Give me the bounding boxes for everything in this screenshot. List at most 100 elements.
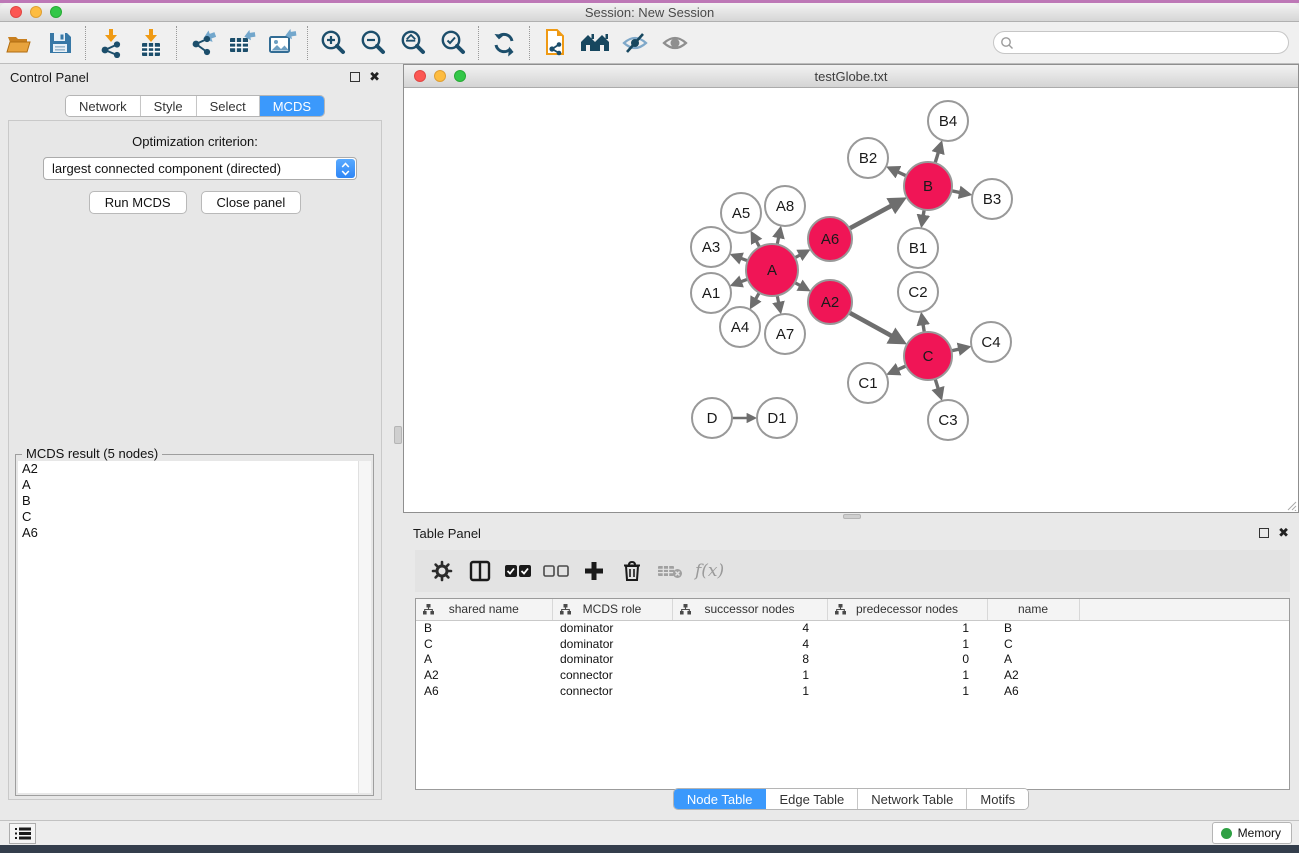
mcds-result-item[interactable]: A2 <box>18 461 371 477</box>
graph-node-B4[interactable]: B4 <box>928 101 968 141</box>
close-panel-icon[interactable]: ✖ <box>369 72 380 82</box>
table-cell[interactable]: B <box>416 620 552 636</box>
table-cell[interactable]: 8 <box>672 652 827 668</box>
gear-icon[interactable] <box>423 554 461 588</box>
mcds-result-list[interactable]: A2ABCA6 <box>18 461 371 793</box>
graph-node-A1[interactable]: A1 <box>691 273 731 313</box>
table-row[interactable]: Cdominator41C <box>416 636 1289 652</box>
mcds-result-item[interactable]: A6 <box>18 525 371 541</box>
table-cell[interactable] <box>1079 636 1289 652</box>
criterion-dropdown[interactable]: largest connected component (directed) <box>43 157 357 180</box>
table-cell[interactable] <box>1079 620 1289 636</box>
table-row[interactable]: A6connector11A6 <box>416 683 1289 699</box>
tab-mcds[interactable]: MCDS <box>260 96 324 116</box>
memory-button[interactable]: Memory <box>1212 822 1292 844</box>
save-session-icon[interactable] <box>40 26 80 60</box>
tab-motifs[interactable]: Motifs <box>967 789 1028 809</box>
split-columns-icon[interactable] <box>461 554 499 588</box>
graph-node-A3[interactable]: A3 <box>691 227 731 267</box>
tab-node-table[interactable]: Node Table <box>674 789 767 809</box>
table-cell[interactable]: dominator <box>552 620 672 636</box>
table-row[interactable]: A2connector11A2 <box>416 667 1289 683</box>
close-panel-button[interactable]: Close panel <box>201 191 302 214</box>
table-cell[interactable]: A <box>987 652 1079 668</box>
delete-table-icon[interactable] <box>651 554 689 588</box>
tab-network-table[interactable]: Network Table <box>858 789 967 809</box>
table-cell[interactable]: B <box>987 620 1079 636</box>
table-row[interactable]: Bdominator41B <box>416 620 1289 636</box>
export-image-icon[interactable] <box>262 26 302 60</box>
graph-node-C3[interactable]: C3 <box>928 400 968 440</box>
table-cell[interactable] <box>1079 652 1289 668</box>
table-cell[interactable]: A <box>416 652 552 668</box>
table-cell[interactable]: A2 <box>416 667 552 683</box>
graph-edge[interactable] <box>848 312 893 337</box>
import-table-icon[interactable] <box>131 26 171 60</box>
close-table-panel-icon[interactable]: ✖ <box>1278 528 1289 538</box>
node-table[interactable]: shared nameMCDS rolesuccessor nodesprede… <box>415 598 1290 790</box>
table-cell[interactable]: 1 <box>672 667 827 683</box>
column-header-predecessor-nodes[interactable]: predecessor nodes <box>827 599 987 620</box>
graph-node-D[interactable]: D <box>692 398 732 438</box>
open-file-icon[interactable] <box>0 26 40 60</box>
float-table-panel-icon[interactable] <box>1259 528 1269 538</box>
graph-node-D1[interactable]: D1 <box>757 398 797 438</box>
table-cell[interactable] <box>1079 683 1289 699</box>
tab-network[interactable]: Network <box>66 96 141 116</box>
trash-icon[interactable] <box>613 554 651 588</box>
table-cell[interactable]: A6 <box>416 683 552 699</box>
table-cell[interactable]: 4 <box>672 620 827 636</box>
table-cell[interactable]: A2 <box>987 667 1079 683</box>
graph-node-B1[interactable]: B1 <box>898 228 938 268</box>
graph-node-B3[interactable]: B3 <box>972 179 1012 219</box>
show-panel-icon[interactable] <box>655 26 695 60</box>
table-cell[interactable]: A6 <box>987 683 1079 699</box>
graph-node-C2[interactable]: C2 <box>898 272 938 312</box>
tab-style[interactable]: Style <box>141 96 197 116</box>
column-header-shared-name[interactable]: shared name <box>416 599 552 620</box>
export-table-icon[interactable] <box>222 26 262 60</box>
graph-node-A8[interactable]: A8 <box>765 186 805 226</box>
graph-edge[interactable] <box>848 205 893 229</box>
table-cell[interactable]: 1 <box>827 636 987 652</box>
add-column-icon[interactable] <box>575 554 613 588</box>
refresh-layout-icon[interactable] <box>484 26 524 60</box>
zoom-out-icon[interactable] <box>353 26 393 60</box>
table-cell[interactable]: 1 <box>827 667 987 683</box>
table-cell[interactable]: 1 <box>827 683 987 699</box>
graph-node-C1[interactable]: C1 <box>848 363 888 403</box>
graph-node-A[interactable]: A <box>746 244 798 296</box>
table-cell[interactable]: 1 <box>827 620 987 636</box>
mcds-result-item[interactable]: B <box>18 493 371 509</box>
graph-node-A6[interactable]: A6 <box>808 217 852 261</box>
column-header-name[interactable]: name <box>987 599 1079 620</box>
tab-select[interactable]: Select <box>197 96 260 116</box>
graph-node-C[interactable]: C <box>904 332 952 380</box>
network-canvas[interactable]: B4B2BB3A8A5A6A3B1AA1C2A2A4A7C4CC1DD1C3 <box>404 88 1298 512</box>
table-cell[interactable]: connector <box>552 667 672 683</box>
zoom-in-icon[interactable] <box>313 26 353 60</box>
table-row[interactable]: Adominator80A <box>416 652 1289 668</box>
column-header-successor-nodes[interactable]: successor nodes <box>672 599 827 620</box>
run-mcds-button[interactable]: Run MCDS <box>89 191 187 214</box>
table-cell[interactable]: 4 <box>672 636 827 652</box>
graph-node-B[interactable]: B <box>904 162 952 210</box>
float-panel-icon[interactable] <box>350 72 360 82</box>
hide-panel-icon[interactable] <box>615 26 655 60</box>
mcds-result-item[interactable]: C <box>18 509 371 525</box>
graph-node-A7[interactable]: A7 <box>765 314 805 354</box>
export-network-icon[interactable] <box>182 26 222 60</box>
new-network-from-file-icon[interactable] <box>535 26 575 60</box>
horizontal-splitter-handle[interactable] <box>843 514 861 519</box>
mcds-result-scrollbar[interactable] <box>358 461 371 793</box>
table-cell[interactable]: 0 <box>827 652 987 668</box>
deselect-all-icon[interactable] <box>537 554 575 588</box>
zoom-fit-icon[interactable] <box>393 26 433 60</box>
resize-grip-icon[interactable] <box>1285 499 1297 511</box>
table-cell[interactable]: dominator <box>552 636 672 652</box>
zoom-selected-icon[interactable] <box>433 26 473 60</box>
network-graph[interactable]: B4B2BB3A8A5A6A3B1AA1C2A2A4A7C4CC1DD1C3 <box>404 88 1298 512</box>
network-window-titlebar[interactable]: testGlobe.txt <box>404 65 1298 88</box>
home-pages-icon[interactable] <box>575 26 615 60</box>
select-all-icon[interactable] <box>499 554 537 588</box>
